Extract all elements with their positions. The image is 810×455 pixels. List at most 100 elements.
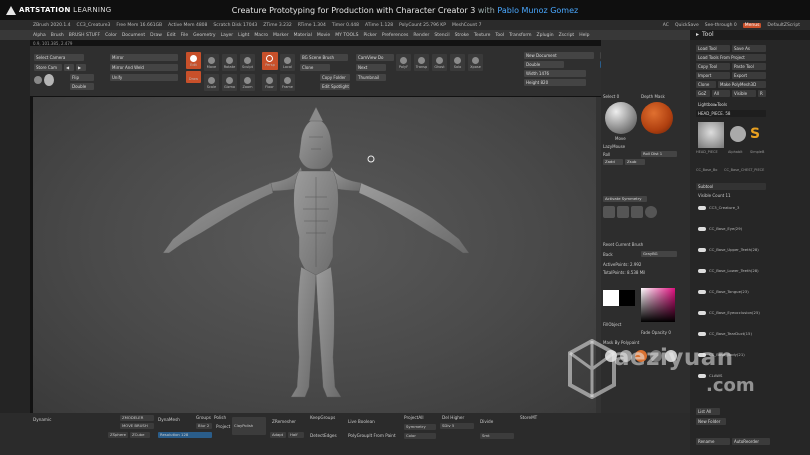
lazymouse-label[interactable]: LazyMouse xyxy=(603,144,625,149)
visible-button[interactable]: Visible xyxy=(732,90,756,97)
sdiv-slider[interactable]: SDiv 5 xyxy=(440,423,474,429)
menu-stencil[interactable]: Stencil xyxy=(434,33,449,38)
default-zscript[interactable]: DefaultZScript xyxy=(767,23,800,28)
polish-toggle[interactable]: Polish xyxy=(214,415,226,420)
adapt-toggle[interactable]: Adapt xyxy=(270,432,286,438)
main-color-swatch[interactable] xyxy=(603,290,619,306)
prev-cam-icon[interactable]: ◀ xyxy=(64,64,74,71)
menu-transform[interactable]: Transform xyxy=(509,33,531,38)
symmetry-x-icon[interactable] xyxy=(603,206,615,218)
subtool-item[interactable]: CC_Base_Lower_Teeth(28) xyxy=(698,268,759,276)
select-slider[interactable]: Select 0 xyxy=(603,94,619,99)
zoom-button[interactable]: Zoom xyxy=(240,74,255,91)
storemt-button[interactable]: StoreMT xyxy=(520,415,537,420)
all-button[interactable]: All xyxy=(712,90,730,97)
clone-button[interactable]: Clone xyxy=(300,64,330,71)
draw-mode-button[interactable]: Draw xyxy=(186,71,201,83)
menu-light[interactable]: Light xyxy=(238,33,249,38)
persp-button[interactable]: Persp xyxy=(262,52,278,70)
new-document-button[interactable]: New Document xyxy=(524,52,594,59)
zmodeler-button[interactable]: ZMODELER xyxy=(120,415,154,421)
zsphere-button[interactable]: ZSphere xyxy=(108,432,128,438)
polygroup-from-paint-button[interactable]: PolyGroupIt From Paint xyxy=(348,433,396,438)
polyf-button[interactable]: PolyF xyxy=(396,54,411,71)
edit-mode-button[interactable]: Edit xyxy=(186,52,201,69)
depth-mask-icon[interactable] xyxy=(641,102,673,134)
artstation-logo[interactable]: ARTSTATION LEARNING xyxy=(0,5,140,15)
edit-spotlight-button[interactable]: Edit Spotlight xyxy=(320,83,350,90)
copy-tool-button[interactable]: Copy Tool xyxy=(696,63,730,70)
double-button[interactable]: Double xyxy=(70,83,94,90)
divide-button[interactable]: Divide xyxy=(480,419,493,424)
secondary-color-swatch[interactable] xyxy=(619,290,635,306)
sculpt-button[interactable]: Sculpt xyxy=(240,54,255,71)
see-through-slider[interactable]: See-through 0 xyxy=(705,23,737,28)
menu-draw[interactable]: Draw xyxy=(150,33,162,38)
menu-edit[interactable]: Edit xyxy=(167,33,176,38)
store-cam-button[interactable]: Store Cam xyxy=(34,64,62,71)
transp-button[interactable]: Transp xyxy=(414,54,429,71)
menu-my-tools[interactable]: MY TOOLS xyxy=(335,33,358,38)
menu-brush-stuff[interactable]: BRUSH STUFF xyxy=(69,33,100,38)
flip-button[interactable]: Flip xyxy=(70,74,94,81)
subtool-section[interactable]: Subtool xyxy=(696,183,766,190)
move-brush-icon[interactable] xyxy=(605,102,637,134)
local-button[interactable]: Local xyxy=(280,54,295,71)
frame-button[interactable]: Frame xyxy=(280,74,295,91)
export-button[interactable]: Export xyxy=(732,72,766,79)
symmetry-z-icon[interactable] xyxy=(631,206,643,218)
menu-macro[interactable]: Macro xyxy=(254,33,268,38)
tool-thumb-head[interactable] xyxy=(698,122,724,148)
mirror-and-weld-button[interactable]: Mirror And Weld xyxy=(110,64,178,71)
load-tool-button[interactable]: Load Tool xyxy=(696,45,730,52)
select-camera-button[interactable]: Select Camera xyxy=(34,54,84,61)
menu-layer[interactable]: Layer xyxy=(221,33,234,38)
simple-brush-icon[interactable]: S xyxy=(750,126,764,142)
project-toggle[interactable]: Project xyxy=(216,424,230,429)
xpose-button[interactable]: Xpose xyxy=(468,54,483,71)
dynamesh-button[interactable]: DynaMesh xyxy=(158,417,180,422)
make-polymesh-button[interactable]: Make PolyMesh3D xyxy=(718,81,766,88)
color-button[interactable]: Color xyxy=(404,433,436,439)
half-toggle[interactable]: Half xyxy=(288,432,304,438)
tool-thumb-alpha[interactable] xyxy=(730,126,746,142)
menu-alpha[interactable]: Alpha xyxy=(33,33,46,38)
current-tool-slider[interactable]: HEAD_PIECE. 58 xyxy=(696,110,766,117)
collapse-icon[interactable]: ▸ xyxy=(696,31,699,38)
menu-zscript[interactable]: Zscript xyxy=(559,33,575,38)
menu-picker[interactable]: Picker xyxy=(363,33,376,38)
subtool-item[interactable]: CC_Base_Eye(29) xyxy=(698,226,742,234)
graybg-button[interactable]: GrayBG xyxy=(641,251,677,257)
move-mode-button[interactable]: Move xyxy=(204,54,219,71)
radial-icon[interactable] xyxy=(645,206,657,218)
depth-mask-label[interactable]: Depth Mask xyxy=(641,94,665,99)
symmetry-button[interactable]: Symmetry xyxy=(404,424,436,430)
keepgroups-toggle[interactable]: KeepGroups xyxy=(310,415,335,420)
next-button[interactable]: Next xyxy=(356,64,386,71)
menu-preferences[interactable]: Preferences xyxy=(382,33,408,38)
detect-edges-toggle[interactable]: DetectEdges xyxy=(310,433,337,438)
material-preview-icon[interactable] xyxy=(44,74,54,86)
menus-toggle[interactable]: Menus xyxy=(742,22,762,28)
groups-toggle[interactable]: Groups xyxy=(196,415,211,420)
resolution-slider[interactable]: Resolution 128 xyxy=(158,432,212,438)
projectall-button[interactable]: ProjectAll xyxy=(404,415,424,420)
quicksave-button[interactable]: QuickSave xyxy=(675,23,699,28)
rename-button[interactable]: Rename xyxy=(696,438,730,445)
roll-dist-slider[interactable]: Roll Dist 1 xyxy=(641,151,677,157)
menu-help[interactable]: Help xyxy=(579,33,589,38)
subtool-item[interactable]: CC_Base_Eyeocclusion(25) xyxy=(698,310,760,318)
double-doc-button[interactable]: Double xyxy=(524,61,564,68)
menu-zplugin[interactable]: Zplugin xyxy=(537,33,554,38)
save-as-button[interactable]: Save As xyxy=(732,45,766,52)
menu-stroke[interactable]: Stroke xyxy=(455,33,469,38)
zremesher-button[interactable]: ZRemesher xyxy=(272,419,296,424)
menu-marker[interactable]: Marker xyxy=(273,33,289,38)
load-tools-from-project-button[interactable]: Load Tools From Project xyxy=(696,54,766,61)
ac-button[interactable]: AC xyxy=(663,23,669,28)
bg-scene-brush-button[interactable]: BG Scene Brush xyxy=(300,54,348,61)
live-boolean-button[interactable]: Live Boolean xyxy=(348,419,375,424)
zadd-button[interactable]: Zadd xyxy=(603,159,623,165)
camview-button[interactable]: CamView Do xyxy=(356,54,394,61)
blur-slider[interactable]: Blur 2 xyxy=(196,423,212,429)
